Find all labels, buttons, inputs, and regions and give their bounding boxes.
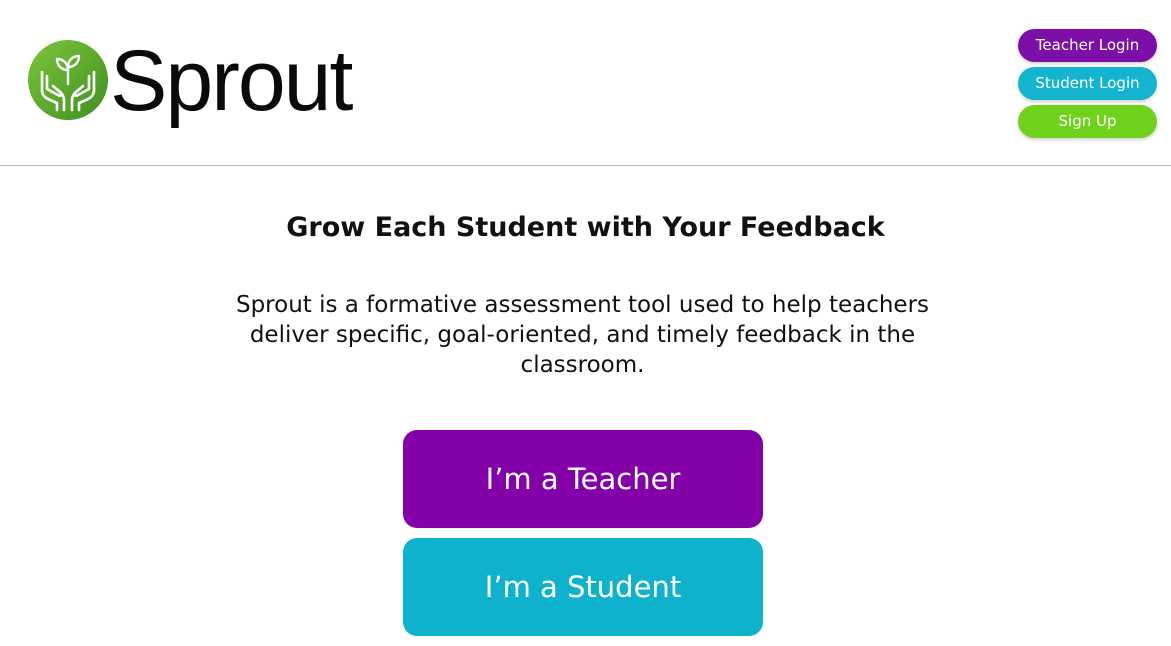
teacher-login-button[interactable]: Teacher Login bbox=[1018, 29, 1157, 62]
site-header: Sprout Teacher Login Student Login Sign … bbox=[0, 0, 1171, 166]
hands-sprout-icon bbox=[28, 40, 108, 120]
im-a-teacher-button[interactable]: I’m a Teacher bbox=[403, 430, 763, 528]
brand-name: Sprout bbox=[110, 33, 353, 129]
im-a-student-button[interactable]: I’m a Student bbox=[403, 538, 763, 636]
page-headline: Grow Each Student with Your Feedback bbox=[286, 212, 885, 243]
student-login-button[interactable]: Student Login bbox=[1018, 67, 1157, 100]
sign-up-button[interactable]: Sign Up bbox=[1018, 105, 1157, 138]
auth-nav: Teacher Login Student Login Sign Up bbox=[1018, 29, 1157, 143]
intro-description: Sprout is a formative assessment tool us… bbox=[235, 292, 930, 378]
sprout-logo[interactable]: Sprout bbox=[28, 33, 353, 129]
